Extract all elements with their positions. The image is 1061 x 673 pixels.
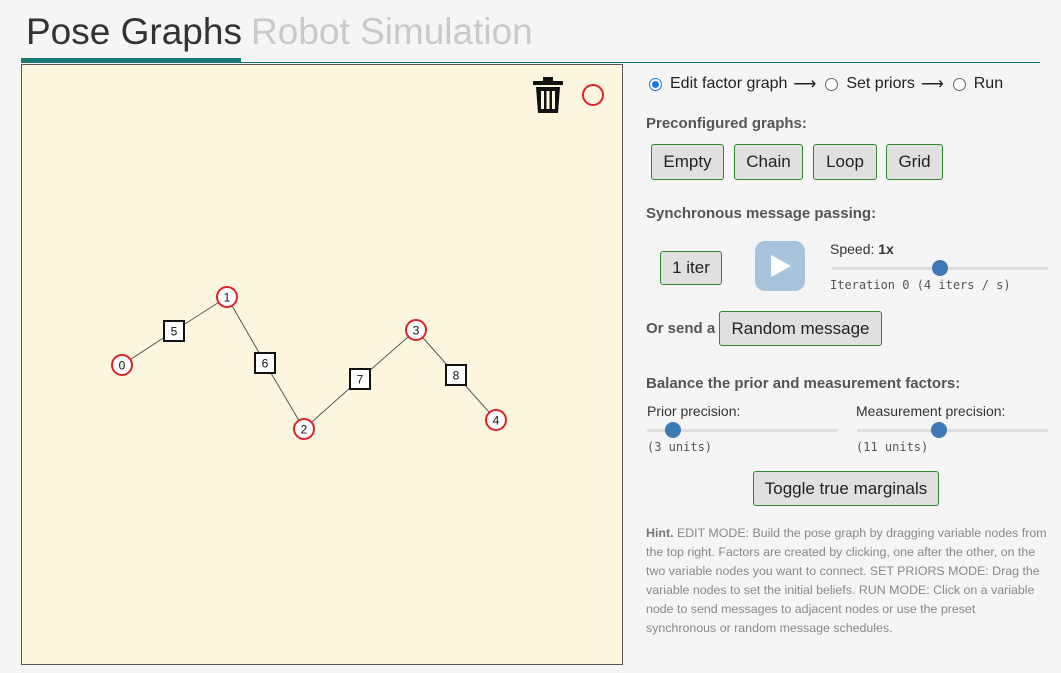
play-icon[interactable] — [755, 241, 805, 291]
hint-text: Hint. EDIT MODE: Build the pose graph by… — [646, 524, 1048, 638]
variable-label: 3 — [413, 324, 420, 338]
factor-graph[interactable]: 5 6 7 8 0 1 2 3 4 — [22, 65, 622, 664]
prior-slider-thumb[interactable] — [664, 422, 681, 438]
tab-bar: Pose Graphs Robot Simulation — [21, 0, 1040, 64]
tab-robot-simulation[interactable]: Robot Simulation — [251, 12, 533, 52]
mode-edit-label: Edit factor graph — [670, 75, 788, 92]
variable-label: 2 — [301, 423, 308, 437]
active-tab-indicator — [21, 58, 241, 63]
mode-priors-label: Set priors — [846, 75, 915, 92]
prior-precision-slider[interactable] — [647, 422, 838, 438]
mode-run[interactable]: Run — [952, 75, 1004, 93]
variable-label: 1 — [224, 291, 231, 305]
prior-precision-label: Prior precision: — [647, 403, 741, 419]
radio-edit[interactable] — [649, 77, 662, 91]
speed-slider-thumb[interactable] — [932, 260, 948, 276]
factor-node[interactable]: 7 — [349, 368, 371, 390]
mode-selector: Edit factor graph ⟶ Set priors ⟶ Run — [649, 74, 1003, 94]
loop-graph-button[interactable]: Loop — [813, 144, 877, 180]
radio-run[interactable] — [952, 77, 966, 91]
preconfigured-title: Preconfigured graphs: — [646, 115, 807, 132]
grid-graph-button[interactable]: Grid — [886, 144, 943, 180]
measurement-slider-thumb[interactable] — [930, 422, 947, 438]
mode-priors[interactable]: Set priors — [825, 75, 915, 93]
mode-run-label: Run — [973, 75, 1004, 92]
measurement-units: (11 units) — [856, 440, 929, 454]
mode-edit[interactable]: Edit factor graph — [649, 75, 787, 93]
random-message-button[interactable]: Random message — [719, 311, 882, 346]
one-iter-button[interactable]: 1 iter — [660, 251, 722, 285]
iteration-readout: Iteration 0 (4 iters / s) — [830, 278, 1011, 292]
random-prefix: Or send a — [646, 320, 716, 337]
variable-node-icon[interactable] — [582, 84, 604, 106]
speed-slider[interactable] — [832, 260, 1048, 276]
sync-title: Synchronous message passing: — [646, 205, 877, 222]
factor-label: 5 — [171, 325, 178, 339]
variable-node[interactable]: 1 — [216, 286, 238, 308]
variable-node[interactable]: 0 — [111, 354, 133, 376]
factor-label: 8 — [453, 369, 460, 383]
variable-node[interactable]: 2 — [293, 418, 315, 440]
factor-label: 6 — [262, 357, 269, 371]
toggle-marginals-button[interactable]: Toggle true marginals — [753, 471, 939, 506]
tab-pose-graphs[interactable]: Pose Graphs — [26, 12, 242, 52]
factor-node[interactable]: 8 — [445, 364, 467, 386]
speed-label: Speed: 1x — [830, 241, 894, 257]
measurement-precision-slider[interactable] — [857, 422, 1048, 438]
variable-node[interactable]: 4 — [485, 409, 507, 431]
factor-label: 7 — [357, 373, 364, 387]
measurement-precision-label: Measurement precision: — [856, 403, 1006, 419]
radio-priors[interactable] — [825, 77, 839, 91]
chain-graph-button[interactable]: Chain — [734, 144, 803, 180]
hint-body: EDIT MODE: Build the pose graph by dragg… — [646, 526, 1047, 635]
variable-node[interactable]: 3 — [405, 319, 427, 341]
graph-canvas[interactable]: 5 6 7 8 0 1 2 3 4 — [21, 64, 623, 665]
balance-title: Balance the prior and measurement factor… — [646, 375, 961, 392]
factor-node[interactable]: 5 — [163, 320, 185, 342]
empty-graph-button[interactable]: Empty — [651, 144, 724, 180]
speed-value: 1x — [878, 241, 894, 257]
factor-node[interactable]: 6 — [254, 352, 276, 374]
arrow-icon: ⟶ — [920, 76, 944, 93]
variable-label: 4 — [493, 414, 500, 428]
variable-label: 0 — [119, 359, 126, 373]
trash-icon[interactable] — [531, 76, 565, 114]
arrow-icon: ⟶ — [793, 76, 817, 93]
prior-units: (3 units) — [647, 440, 713, 454]
hint-label: Hint. — [646, 526, 674, 540]
